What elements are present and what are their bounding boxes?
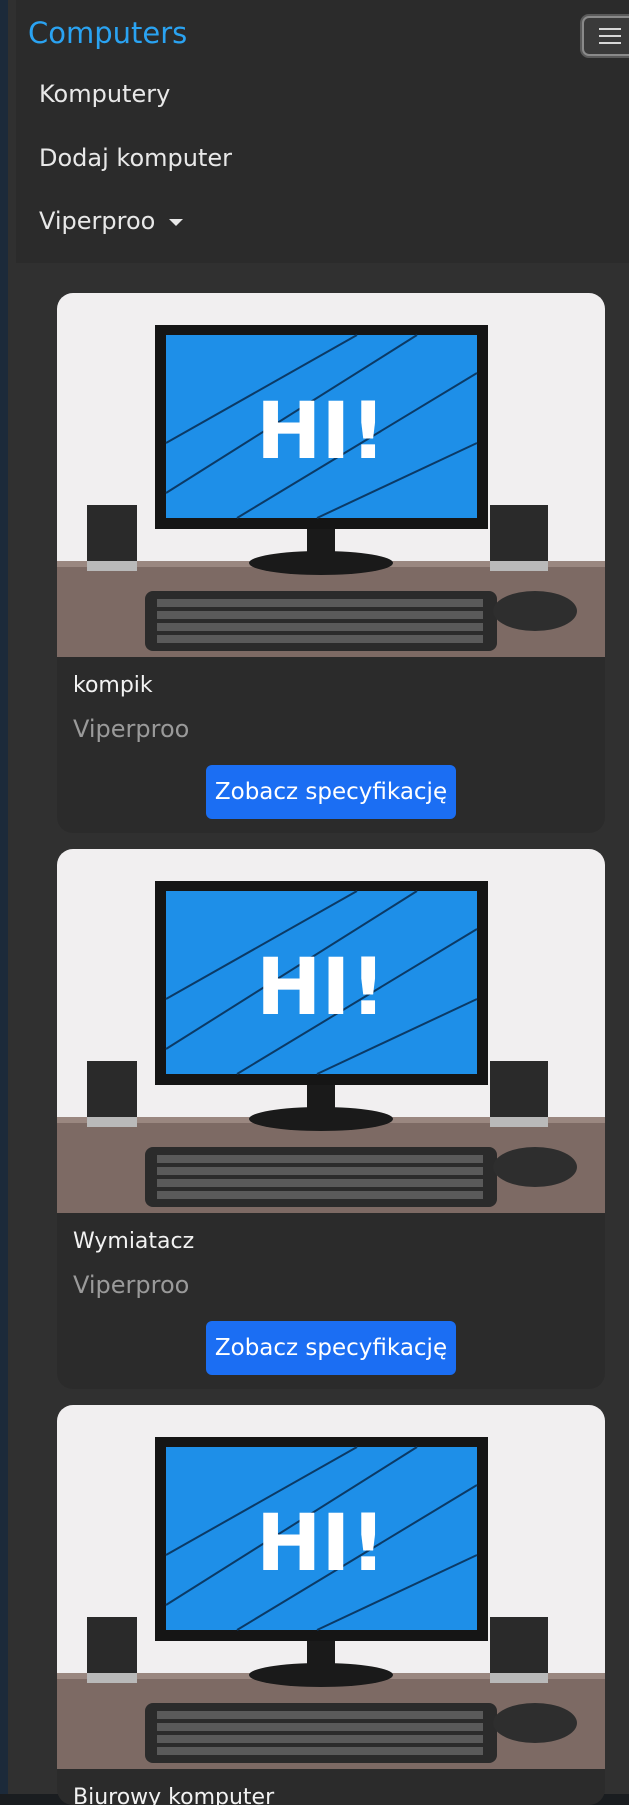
caret-down-icon bbox=[169, 218, 184, 226]
navbar: Computers Komputery Dodaj komputer Viper… bbox=[16, 0, 629, 263]
hamburger-icon bbox=[599, 28, 621, 30]
screen-text: HI! bbox=[256, 1499, 386, 1589]
view-spec-button[interactable]: Zobacz specyfikację bbox=[206, 1321, 456, 1375]
hamburger-icon-bar bbox=[599, 35, 621, 37]
view-spec-button[interactable]: Zobacz specyfikację bbox=[206, 765, 456, 819]
page-frame: Computers Komputery Dodaj komputer Viper… bbox=[0, 0, 629, 1805]
computer-card: HI! Biurowy komputer bbox=[57, 1405, 605, 1805]
computer-image: HI! bbox=[57, 849, 605, 1213]
screen-text: HI! bbox=[256, 387, 386, 477]
user-dropdown-label: Viperproo bbox=[39, 207, 156, 235]
card-title: Wymiatacz bbox=[73, 1229, 195, 1254]
user-dropdown-toggle[interactable]: Viperproo bbox=[39, 207, 184, 235]
card-owner: Viperproo bbox=[73, 715, 190, 743]
navbar-toggler-button[interactable] bbox=[582, 16, 629, 56]
hamburger-icon-bar bbox=[599, 42, 621, 44]
computer-image: HI! bbox=[57, 1405, 605, 1769]
brand-link[interactable]: Computers bbox=[28, 16, 187, 50]
nav-link-komputery[interactable]: Komputery bbox=[39, 80, 170, 108]
nav-link-dodaj-komputer[interactable]: Dodaj komputer bbox=[39, 144, 232, 172]
card-owner: Viperproo bbox=[73, 1271, 190, 1299]
computer-image: HI! bbox=[57, 293, 605, 657]
computer-card: HI! Wymiatacz Viperproo Zobacz specyfika… bbox=[57, 849, 605, 1389]
screen-text: HI! bbox=[256, 943, 386, 1033]
computer-card: HI! kompik Viperproo Zobacz specyfikację bbox=[57, 293, 605, 833]
card-title: Biurowy komputer bbox=[73, 1785, 275, 1805]
card-title: kompik bbox=[73, 673, 153, 698]
